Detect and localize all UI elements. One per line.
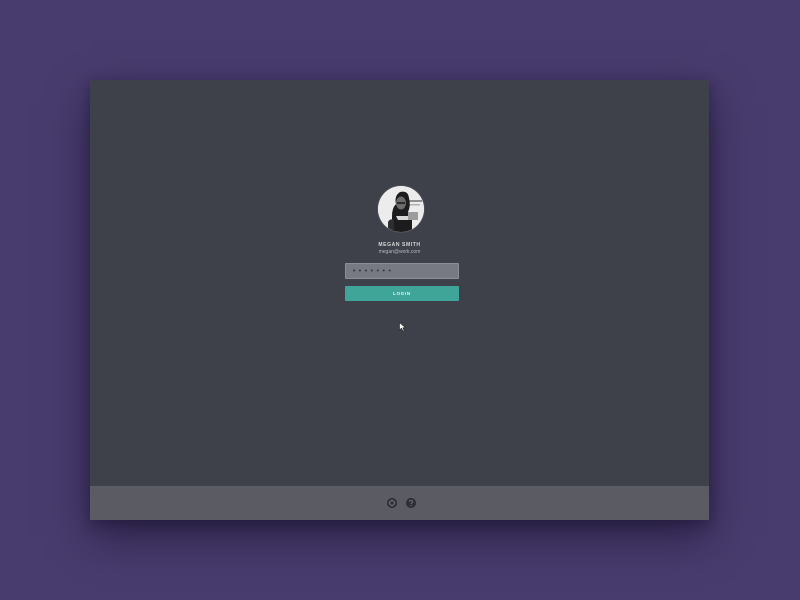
user-name: MEGAN SMITH bbox=[378, 242, 421, 248]
avatar-photo-icon bbox=[378, 186, 424, 232]
footer-bar bbox=[90, 486, 709, 520]
gear-icon[interactable] bbox=[387, 498, 397, 508]
login-window: MEGAN SMITH megan@work.com LOGIN bbox=[90, 80, 709, 520]
mouse-cursor-icon bbox=[399, 322, 407, 332]
password-field[interactable] bbox=[345, 263, 459, 279]
user-avatar[interactable] bbox=[378, 186, 424, 232]
help-icon[interactable] bbox=[406, 498, 416, 508]
user-email: megan@work.com bbox=[378, 249, 421, 255]
login-panel: MEGAN SMITH megan@work.com LOGIN bbox=[90, 80, 709, 486]
login-button[interactable]: LOGIN bbox=[345, 286, 459, 301]
